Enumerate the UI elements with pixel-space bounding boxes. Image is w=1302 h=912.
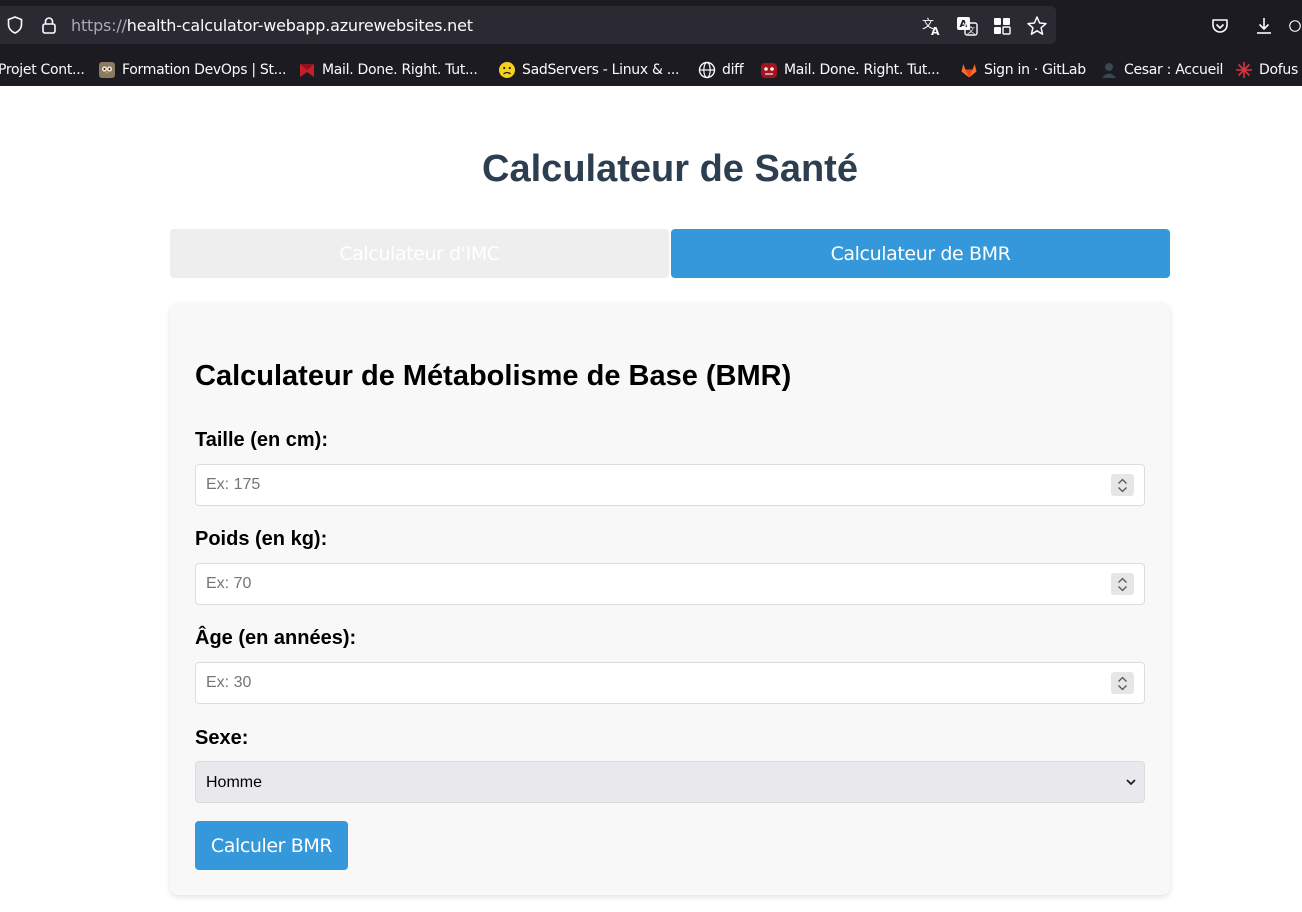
weight-stepper[interactable] xyxy=(1111,573,1134,595)
bookmark-dofus[interactable]: Dofus xyxy=(1235,60,1298,80)
bookmark-star-icon[interactable] xyxy=(1025,14,1049,38)
url-host: health-calculator-webapp.azurewebsites.n… xyxy=(126,16,473,35)
url-protocol: https:// xyxy=(71,16,127,35)
bookmark-label: diff xyxy=(722,62,744,78)
sex-select[interactable]: Homme xyxy=(195,761,1145,803)
lock-icon[interactable] xyxy=(38,14,60,36)
height-input[interactable] xyxy=(196,465,1096,505)
age-label: Âge (en années): xyxy=(195,627,357,649)
account-icon[interactable] xyxy=(1288,14,1302,38)
bmr-calculator-card: Calculateur de Métabolisme de Base (BMR)… xyxy=(170,303,1170,895)
age-stepper[interactable] xyxy=(1111,672,1134,694)
svg-text:文: 文 xyxy=(967,25,975,35)
bookmark-label: SadServers - Linux & ... xyxy=(522,62,680,78)
bookmark-gitlab[interactable]: Sign in · GitLab xyxy=(960,60,1086,80)
bookmark-formation-devops[interactable]: Formation DevOps | St... xyxy=(98,60,286,80)
bookmark-label: Mail. Done. Right. Tut... xyxy=(322,62,478,78)
mail-flag-icon xyxy=(298,61,316,79)
sad-face-icon xyxy=(498,61,516,79)
download-icon[interactable] xyxy=(1252,14,1276,38)
chevron-down-icon xyxy=(1126,779,1136,786)
extensions-grid-icon[interactable] xyxy=(990,14,1014,38)
stepper-arrows-icon xyxy=(1118,676,1127,690)
stepper-arrows-icon xyxy=(1118,577,1127,591)
bookmark-label: Projet Cont... xyxy=(0,62,85,78)
age-field xyxy=(195,662,1145,704)
page-title: Calculateur de Santé xyxy=(482,148,858,190)
stepper-arrows-icon xyxy=(1118,478,1127,492)
svg-text:A: A xyxy=(931,25,940,37)
url-text[interactable]: https://health-calculator-webapp.azurewe… xyxy=(71,16,473,35)
mail-mascot-icon xyxy=(760,61,778,79)
bookmark-mail-done-right-1[interactable]: Mail. Done. Right. Tut... xyxy=(298,60,478,80)
weight-input[interactable] xyxy=(196,564,1096,604)
bookmark-label: Dofus xyxy=(1259,62,1298,78)
weight-label: Poids (en kg): xyxy=(195,528,328,550)
height-field xyxy=(195,464,1145,506)
bookmark-label: Cesar : Accueil xyxy=(1124,62,1224,78)
bookmark-sadservers[interactable]: SadServers - Linux & ... xyxy=(498,60,680,80)
tab-imc-calculator[interactable]: Calculateur d'IMC xyxy=(170,229,669,278)
bookmark-cesar-accueil[interactable]: Cesar : Accueil xyxy=(1100,60,1223,80)
sex-label: Sexe: xyxy=(195,727,249,749)
bookmarks-toolbar: Projet Cont... Formation DevOps | St... … xyxy=(0,52,1302,86)
cesar-icon xyxy=(1100,61,1118,79)
height-label: Taille (en cm): xyxy=(195,429,328,451)
calculate-bmr-button[interactable]: Calculer BMR xyxy=(195,821,348,870)
navigation-toolbar: https://health-calculator-webapp.azurewe… xyxy=(0,0,1302,52)
bookmark-mail-done-right-2[interactable]: Mail. Done. Right. Tut... xyxy=(760,60,940,80)
bookmark-label: Formation DevOps | St... xyxy=(122,62,287,78)
pocket-icon[interactable] xyxy=(1208,14,1232,38)
tab-bmr-calculator[interactable]: Calculateur de BMR xyxy=(671,229,1170,278)
gitlab-icon xyxy=(960,61,978,79)
page-translate-icon[interactable]: A文 xyxy=(955,14,979,38)
dofus-icon xyxy=(1235,61,1253,79)
bookmark-diff[interactable]: diff xyxy=(698,60,744,80)
bmr-form-title: Calculateur de Métabolisme de Base (BMR) xyxy=(195,360,792,392)
owl-icon xyxy=(98,61,116,79)
translate-icon[interactable]: 文A xyxy=(920,14,944,38)
browser-chrome: https://health-calculator-webapp.azurewe… xyxy=(0,0,1302,86)
bookmark-label: Sign in · GitLab xyxy=(984,62,1086,78)
globe-icon xyxy=(698,61,716,79)
age-input[interactable] xyxy=(196,663,1096,703)
height-stepper[interactable] xyxy=(1111,474,1134,496)
weight-field xyxy=(195,563,1145,605)
tracking-protection-shield-icon[interactable] xyxy=(4,14,26,36)
calculator-tabs: Calculateur d'IMC Calculateur de BMR xyxy=(170,229,1170,278)
bookmark-projet-cont[interactable]: Projet Cont... xyxy=(0,60,85,80)
sex-selected-value: Homme xyxy=(206,774,263,791)
bookmark-label: Mail. Done. Right. Tut... xyxy=(784,62,940,78)
